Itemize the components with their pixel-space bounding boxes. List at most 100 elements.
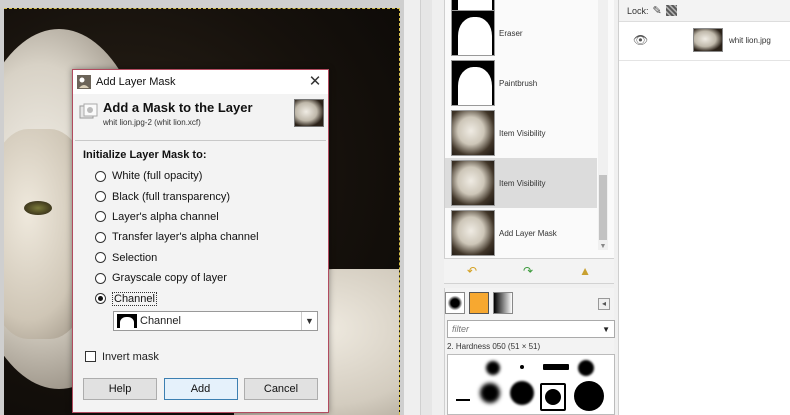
- invert-mask-checkbox[interactable]: [85, 351, 96, 363]
- option-black[interactable]: Black (full transparency): [73, 186, 328, 206]
- option-white[interactable]: White (full opacity): [73, 166, 328, 186]
- history-actions: ↶ ↷ ▲: [444, 258, 614, 284]
- brush-preview[interactable]: [486, 361, 500, 375]
- channel-thumbnail: [117, 313, 137, 328]
- history-label: Eraser: [499, 28, 523, 38]
- option-label: Selection: [112, 251, 158, 264]
- dialog-buttons: Help Add Cancel: [83, 378, 318, 400]
- history-label: Item Visibility: [499, 128, 546, 138]
- scroll-down-icon[interactable]: ▼: [598, 243, 608, 250]
- dialog-separator: [75, 140, 326, 141]
- radio-white[interactable]: [95, 170, 106, 182]
- layers-panel: Lock: ✎ 👁 whit lion.jpg: [618, 0, 790, 415]
- dialog-titlebar[interactable]: Add Layer Mask ✕: [73, 70, 328, 94]
- history-label: Item Visibility: [499, 178, 546, 188]
- brush-swatch[interactable]: [445, 292, 465, 314]
- gimp-app-icon: [77, 75, 91, 89]
- history-thumbnail: [451, 10, 495, 56]
- layer-row[interactable]: 👁 whit lion.jpg: [619, 24, 790, 56]
- brush-filter-input[interactable]: filter ▼: [447, 320, 615, 338]
- radio-channel[interactable]: [95, 293, 106, 305]
- history-item-eraser[interactable]: Eraser: [445, 8, 597, 58]
- brush-swatches: [445, 292, 513, 316]
- invert-mask-option[interactable]: Invert mask: [85, 351, 328, 363]
- add-button[interactable]: Add: [163, 378, 238, 400]
- option-label: White (full opacity): [112, 170, 203, 183]
- layer-name: whit lion.jpg: [729, 35, 771, 45]
- history-item-visibility-2[interactable]: Item Visibility: [445, 158, 597, 208]
- help-button[interactable]: Help: [83, 378, 157, 400]
- history-item-visibility-1[interactable]: Item Visibility: [445, 108, 597, 158]
- filter-placeholder: filter: [452, 324, 470, 334]
- lion-eye: [24, 201, 52, 215]
- lock-pixels-icon[interactable]: ✎: [653, 4, 662, 17]
- radio-alpha-channel[interactable]: [95, 211, 106, 223]
- radio-selection[interactable]: [95, 252, 106, 264]
- undo-icon[interactable]: ↶: [467, 264, 477, 278]
- invert-mask-label: Invert mask: [102, 350, 159, 363]
- layers-separator: [619, 60, 790, 61]
- lock-alpha-icon[interactable]: [665, 5, 677, 16]
- brush-grid[interactable]: [447, 354, 615, 415]
- chevron-down-icon[interactable]: ▼: [602, 325, 610, 334]
- gimp-window: Add Layer Mask ✕ Add a Mask to the Layer…: [0, 0, 790, 415]
- brush-preview[interactable]: [543, 364, 569, 370]
- lock-label: Lock:: [627, 5, 649, 16]
- redo-icon[interactable]: ↷: [523, 264, 533, 278]
- history-thumbnail: [451, 110, 495, 156]
- clear-history-icon[interactable]: ▲: [579, 264, 591, 278]
- option-label: Grayscale copy of layer: [112, 272, 227, 285]
- eye-icon[interactable]: 👁: [633, 33, 649, 47]
- brush-preview[interactable]: [574, 381, 604, 411]
- history-item-add-layer-mask[interactable]: Add Layer Mask: [445, 208, 597, 258]
- option-label: Transfer layer's alpha channel: [112, 231, 259, 244]
- history-item-paintbrush[interactable]: Paintbrush: [445, 58, 597, 108]
- brush-name: 2. Hardness 050 (51 × 51): [447, 342, 541, 351]
- history-thumbnail: [451, 160, 495, 206]
- lock-row: Lock: ✎: [619, 0, 790, 22]
- canvas-vertical-scrollbar[interactable]: [420, 0, 432, 415]
- brush-preview[interactable]: [520, 365, 524, 369]
- brush-preview[interactable]: [578, 360, 594, 376]
- history-thumbnail: [451, 210, 495, 256]
- channel-dropdown-value: Channel: [140, 314, 181, 327]
- option-label: Black (full transparency): [112, 190, 230, 203]
- brush-preview[interactable]: [456, 399, 470, 401]
- add-layer-mask-dialog: Add Layer Mask ✕ Add a Mask to the Layer…: [72, 69, 329, 413]
- cancel-button[interactable]: Cancel: [244, 378, 318, 400]
- dialog-title: Add Layer Mask: [96, 76, 176, 88]
- pattern-swatch[interactable]: [469, 292, 489, 314]
- history-thumbnail: [451, 60, 495, 106]
- layer-mask-icon: [79, 103, 98, 119]
- layer-thumbnail: [693, 28, 723, 52]
- dialog-subtitle: whit lion.jpg-2 (whit lion.xcf): [103, 118, 201, 127]
- brushes-panel: ◂ filter ▼ 2. Hardness 050 (51 × 51): [444, 288, 615, 415]
- dialog-heading: Add a Mask to the Layer: [103, 100, 253, 115]
- history-label: Add Layer Mask: [499, 228, 557, 238]
- option-transfer-alpha[interactable]: Transfer layer's alpha channel: [73, 227, 328, 247]
- layer-preview-thumbnail: [294, 99, 324, 127]
- history-scrollbar[interactable]: ▼: [598, 0, 608, 250]
- radio-grayscale[interactable]: [95, 272, 106, 284]
- option-label: Layer's alpha channel: [112, 210, 219, 223]
- option-selection[interactable]: Selection: [73, 248, 328, 268]
- chevron-down-icon[interactable]: ▼: [301, 311, 317, 330]
- option-alpha-channel[interactable]: Layer's alpha channel: [73, 207, 328, 227]
- brush-preview[interactable]: [510, 381, 534, 405]
- init-mask-label: Initialize Layer Mask to:: [83, 149, 207, 161]
- history-label: Paintbrush: [499, 78, 538, 88]
- option-channel[interactable]: Channel: [73, 288, 328, 308]
- panel-menu-icon[interactable]: ◂: [598, 298, 610, 310]
- radio-transfer-alpha[interactable]: [95, 231, 106, 243]
- history-scroll-thumb[interactable]: [599, 175, 607, 240]
- option-label: Channel: [112, 291, 157, 306]
- channel-dropdown[interactable]: Channel ▼: [113, 310, 318, 331]
- option-grayscale[interactable]: Grayscale copy of layer: [73, 268, 328, 288]
- undo-history-panel: Eraser Paintbrush Item Visibility Item V…: [444, 0, 614, 258]
- brush-preview[interactable]: [480, 383, 500, 403]
- brush-preview[interactable]: [545, 389, 561, 405]
- close-icon[interactable]: ✕: [302, 71, 328, 93]
- radio-black[interactable]: [95, 191, 106, 203]
- dialog-header: Add a Mask to the Layer whit lion.jpg-2 …: [73, 94, 328, 140]
- gradient-swatch[interactable]: [493, 292, 513, 314]
